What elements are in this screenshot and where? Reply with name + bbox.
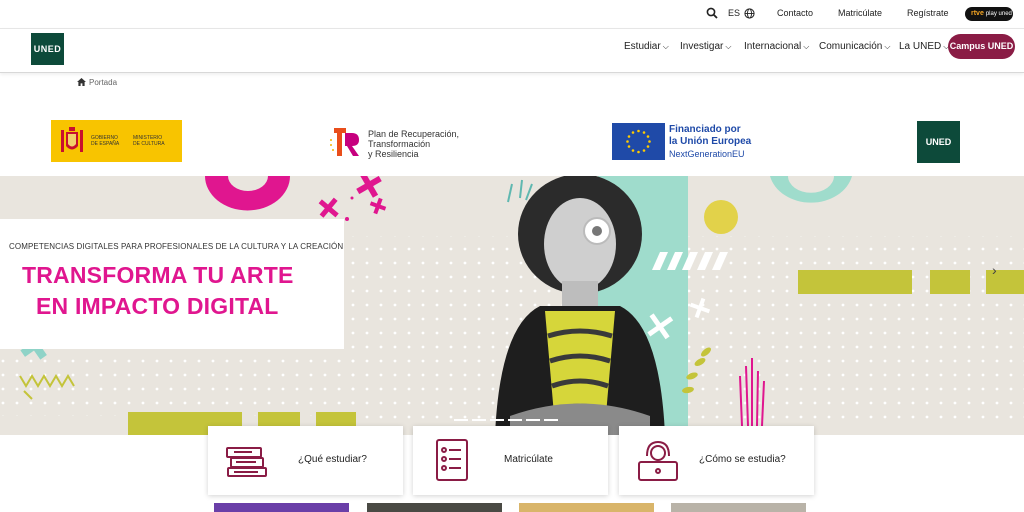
plan-line-3: y Resiliencia (368, 149, 419, 159)
eu-funding-text: Financiado por la Unión Europea NextGene… (669, 124, 789, 160)
card-label: ¿Cómo se estudia? (699, 454, 786, 465)
language-selector[interactable]: ES (728, 8, 740, 18)
eu-line-2: la Unión Europea (669, 136, 752, 147)
ministerio-text: MINISTERIO DE CULTURA (133, 135, 165, 147)
hero-subtitle: COMPETENCIAS DIGITALES PARA PROFESIONALE… (9, 242, 344, 251)
chevron-down-icon: ⌵ (725, 42, 732, 51)
card-matriculate[interactable]: Matricúlate (413, 426, 608, 495)
enroll-link[interactable]: Matricúlate (838, 8, 882, 18)
card-label: ¿Qué estudiar? (298, 454, 367, 465)
chevron-down-icon: ⌵ (803, 42, 810, 51)
thumbnail-2[interactable] (367, 503, 502, 512)
eu-flag-icon (612, 123, 665, 160)
prtr-logo-icon (330, 128, 359, 156)
student-laptop-icon (638, 440, 678, 481)
nav-comunicacion[interactable]: Comunicación ⌵ (819, 41, 890, 52)
nav-internacional[interactable]: Internacional ⌵ (744, 41, 809, 52)
nav-estudiar[interactable]: Estudiar ⌵ (624, 41, 669, 52)
nav-la-uned[interactable]: La UNED ⌵ (899, 41, 949, 52)
hero-title-line-2: EN IMPACTO DIGITAL (36, 293, 279, 319)
gobierno-text: GOBIERNO DE ESPAÑA (91, 135, 120, 147)
chevron-down-icon: ⌵ (884, 42, 891, 51)
plan-line-1: Plan de Recuperación, (368, 129, 460, 139)
eu-line-3: NextGenerationEU (669, 149, 745, 159)
globe-icon[interactable] (744, 8, 755, 19)
books-icon (226, 447, 267, 477)
card-label: Matricúlate (504, 454, 553, 465)
chevron-down-icon: ⌵ (662, 42, 669, 51)
card-que-estudiar[interactable]: ¿Qué estudiar? (208, 426, 403, 495)
chevron-right-icon[interactable]: › (992, 262, 1006, 278)
thumbnail-4[interactable] (671, 503, 806, 512)
breadcrumb: Portada (77, 78, 117, 87)
search-icon[interactable] (706, 7, 718, 19)
thumbnail-1[interactable] (214, 503, 349, 512)
register-link[interactable]: Regístrate (907, 8, 949, 18)
spain-crest-icon (61, 127, 83, 152)
plan-line-2: Transformación (368, 139, 431, 149)
hero-title[interactable]: TRANSFORMA TU ARTE EN IMPACTO DIGITAL (22, 260, 342, 322)
thumbnail-3[interactable] (519, 503, 654, 512)
nav-investigar[interactable]: Investigar ⌵ (680, 41, 731, 52)
uned-logo[interactable]: UNED (31, 33, 64, 65)
contact-link[interactable]: Contacto (777, 8, 813, 18)
eu-line-1: Financiado por (669, 124, 741, 135)
campus-uned-button[interactable]: Campus UNED (948, 34, 1015, 59)
uned-sponsor-logo: UNED (917, 121, 960, 163)
gobierno-espana-logo: GOBIERNO DE ESPAÑA MINISTERIO DE CULTURA (51, 120, 182, 162)
form-document-icon (436, 439, 468, 481)
breadcrumb-home[interactable]: Portada (89, 78, 117, 87)
utility-bar: ES Contacto Matricúlate Regístrate rtve p… (0, 0, 1024, 28)
home-icon[interactable] (77, 78, 86, 86)
hero-title-line-1: TRANSFORMA TU ARTE (22, 262, 294, 288)
card-como-se-estudia[interactable]: ¿Cómo se estudia? (619, 426, 814, 495)
rtve-play-uned-logo[interactable]: rtve play uned (965, 7, 1013, 21)
